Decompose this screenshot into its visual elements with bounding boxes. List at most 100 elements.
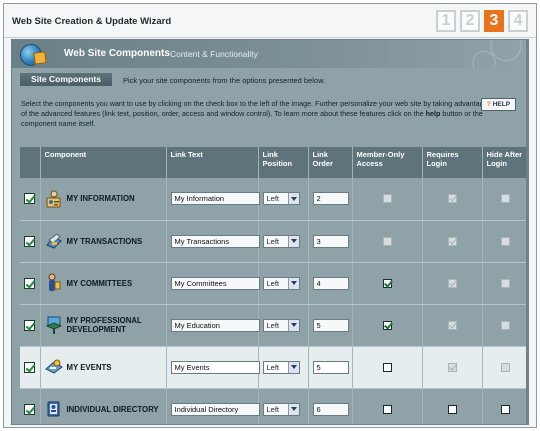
link-text-input[interactable] [170, 192, 260, 206]
component-select-checkbox[interactable] [24, 361, 36, 373]
link-position-select[interactable]: Left [262, 318, 300, 332]
requires-login-checkbox [447, 362, 457, 372]
component-link[interactable]: INDIVIDUAL DIRECTORY [45, 399, 162, 419]
link-text-cell [166, 178, 260, 221]
link-text-cell [166, 220, 260, 263]
hide-after-login-cell [482, 262, 528, 305]
requires-login-cell [422, 388, 483, 424]
hide-after-login-column-header: Hide After Login [482, 147, 528, 178]
requires-login-checkbox[interactable] [447, 404, 457, 414]
step-1-button[interactable]: 1 [436, 10, 456, 32]
link-text-input[interactable] [170, 234, 260, 248]
component-link[interactable]: MY TRANSACTIONS [45, 231, 162, 251]
requires-login-checkbox [447, 236, 457, 246]
member-only-cell [352, 304, 423, 347]
link-position-select[interactable]: Left [262, 276, 300, 290]
link-order-input[interactable] [312, 318, 349, 332]
link-order-cell [308, 262, 353, 305]
component-name[interactable]: MY TRANSACTIONS [67, 237, 143, 246]
step-indicator: 1 2 3 4 [436, 10, 528, 32]
chevron-down-icon[interactable] [287, 319, 299, 331]
component-select-checkbox[interactable] [24, 319, 36, 331]
member-only-checkbox[interactable] [382, 404, 392, 414]
component-link[interactable]: MY PROFESSIONAL DEVELOPMENT [45, 315, 162, 335]
hide-after-login-checkbox[interactable] [500, 404, 510, 414]
requires-login-column-header: Requires Login [422, 147, 483, 178]
link-order-cell [308, 220, 353, 263]
section-banner: Web Site Components Content & Functional… [12, 40, 528, 68]
link-text-input[interactable] [170, 402, 260, 416]
hide-after-login-cell [482, 178, 528, 221]
step-2-button[interactable]: 2 [460, 10, 480, 32]
intro-text: Select the components you want to use by… [21, 99, 491, 129]
link-position-cell: Left [258, 220, 309, 263]
component-cell: MY INFORMATION [40, 178, 167, 221]
select-cell [20, 346, 41, 389]
link-order-column-header: Link Order [308, 147, 353, 178]
intro-text-before: Select the components you want to use by… [21, 99, 488, 118]
link-order-input[interactable] [312, 192, 349, 206]
id-card-icon [45, 189, 63, 209]
intro-help-link[interactable]: help [426, 109, 441, 118]
link-position-cell: Left [258, 262, 309, 305]
hide-after-login-cell [482, 304, 528, 347]
link-position-select[interactable]: Left [262, 234, 300, 248]
link-position-cell: Left [258, 346, 309, 389]
member-only-checkbox[interactable] [382, 320, 392, 330]
member-only-checkbox[interactable] [382, 362, 392, 372]
component-cell: MY TRANSACTIONS [40, 220, 167, 263]
requires-login-cell [422, 304, 483, 347]
link-position-value: Left [266, 236, 280, 246]
link-text-cell [166, 262, 260, 305]
hide-after-login-cell [482, 346, 528, 389]
requires-login-cell [422, 262, 483, 305]
help-button[interactable]: ? HELP [481, 98, 516, 111]
step-3-button[interactable]: 3 [484, 10, 504, 32]
component-name[interactable]: MY COMMITTEES [67, 279, 133, 288]
title-bar: Web Site Creation & Update Wizard 1 2 3 … [4, 4, 536, 38]
component-link[interactable]: MY COMMITTEES [45, 273, 162, 293]
link-text-input[interactable] [170, 318, 260, 332]
component-link[interactable]: MY EVENTS [44, 357, 162, 377]
table-row: INDIVIDUAL DIRECTORY Left [20, 388, 528, 424]
hide-after-login-checkbox [500, 194, 510, 204]
link-position-cell: Left [258, 304, 309, 347]
link-text-input[interactable] [170, 360, 260, 374]
chevron-down-icon[interactable] [287, 403, 299, 415]
chevron-down-icon[interactable] [287, 361, 299, 373]
link-order-input[interactable] [312, 234, 349, 248]
table-row: MY PROFESSIONAL DEVELOPMENT Left [20, 304, 528, 347]
component-name[interactable]: MY PROFESSIONAL DEVELOPMENT [67, 316, 162, 334]
question-icon: ? [486, 101, 491, 108]
hide-after-login-checkbox [500, 236, 510, 246]
step-4-button[interactable]: 4 [508, 10, 528, 32]
requires-login-checkbox [447, 320, 457, 330]
component-name[interactable]: MY INFORMATION [67, 194, 135, 203]
requires-login-checkbox [447, 278, 457, 288]
link-position-value: Left [266, 362, 280, 372]
component-select-checkbox[interactable] [24, 193, 36, 205]
link-order-input[interactable] [312, 360, 349, 374]
link-order-input[interactable] [312, 276, 349, 290]
component-link[interactable]: MY INFORMATION [45, 189, 162, 209]
member-only-column-header: Member-Only Access [352, 147, 423, 178]
requires-login-checkbox [447, 194, 457, 204]
link-position-cell: Left [258, 178, 309, 221]
member-only-checkbox[interactable] [382, 278, 392, 288]
link-text-input[interactable] [170, 276, 260, 290]
chevron-down-icon[interactable] [287, 235, 299, 247]
component-select-checkbox[interactable] [24, 277, 36, 289]
component-select-checkbox[interactable] [24, 235, 36, 247]
component-name[interactable]: MY EVENTS [67, 363, 112, 372]
chevron-down-icon[interactable] [287, 193, 299, 205]
link-position-select[interactable]: Left [262, 402, 300, 416]
link-text-cell [166, 346, 260, 389]
component-select-checkbox[interactable] [24, 403, 36, 415]
link-position-select[interactable]: Left [262, 360, 300, 374]
link-position-select[interactable]: Left [262, 192, 300, 206]
select-column-header [20, 147, 41, 178]
link-order-input[interactable] [312, 402, 349, 416]
chevron-down-icon[interactable] [287, 277, 299, 289]
component-name[interactable]: INDIVIDUAL DIRECTORY [67, 405, 159, 414]
link-text-column-header: Link Text [166, 147, 259, 178]
